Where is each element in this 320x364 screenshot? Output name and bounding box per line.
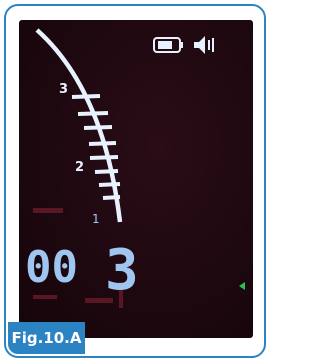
tick-mark bbox=[102, 195, 121, 200]
tick-marks bbox=[71, 94, 121, 200]
scale-label-3: 3 bbox=[59, 82, 68, 97]
counter-value: 00 bbox=[25, 242, 78, 293]
tick-mark bbox=[98, 182, 121, 187]
triangle-left-icon bbox=[239, 282, 245, 290]
tick-mark bbox=[94, 169, 119, 174]
figure-caption: Fig.10.A bbox=[8, 322, 85, 354]
apex-locator-screen: 3 2 1 00 3 bbox=[19, 20, 253, 338]
tick-mark bbox=[88, 141, 117, 146]
tick-mark bbox=[77, 111, 109, 116]
battery-icon bbox=[153, 37, 183, 53]
tick-mark bbox=[83, 125, 113, 130]
scale-label-2: 2 bbox=[75, 160, 84, 175]
scale-label-1: 1 bbox=[92, 212, 100, 226]
apex-indicator-digit: 3 bbox=[105, 238, 139, 303]
display-graphics: 3 2 1 00 3 bbox=[25, 28, 245, 308]
tick-mark bbox=[71, 94, 101, 99]
tick-mark bbox=[89, 155, 119, 160]
speaker-icon bbox=[194, 36, 214, 54]
